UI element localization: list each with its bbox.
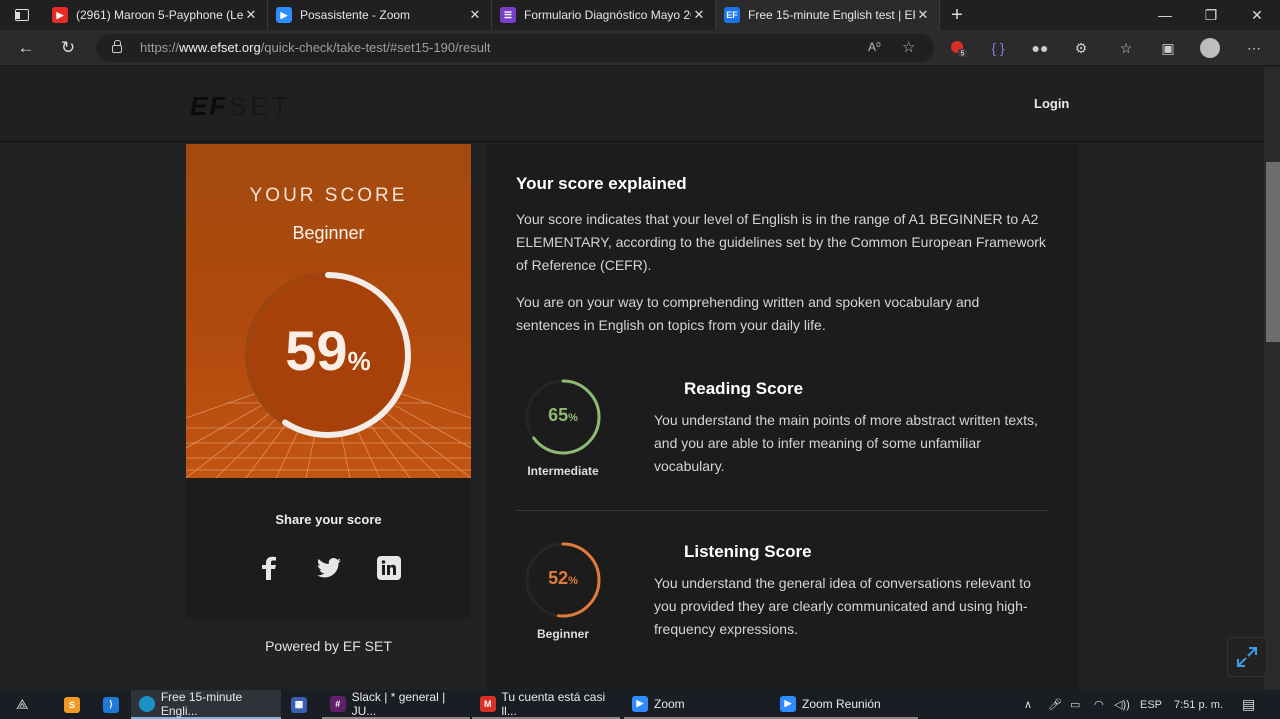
taskbar-item-edge[interactable]: Free 15-minute Engli...: [131, 690, 281, 719]
listening-description: You understand the general idea of conve…: [654, 575, 1031, 637]
lock-icon[interactable]: [112, 40, 122, 53]
scrollbar-thumb[interactable]: [1266, 162, 1280, 342]
linkedin-icon[interactable]: [376, 555, 402, 581]
reading-score-value: 65%: [548, 405, 578, 425]
clock[interactable]: 7:51 p. m.: [1174, 690, 1223, 719]
zoom-icon: ▶: [276, 7, 292, 23]
language-indicator[interactable]: ESP: [1140, 690, 1162, 719]
reading-level: Intermediate: [527, 464, 599, 478]
taskbar-label: Slack | * general | JU...: [351, 689, 446, 718]
explained-paragraph-2: You are on your way to comprehending wri…: [516, 294, 980, 333]
taskbar-item-zoom[interactable]: ▶ Zoom: [624, 690, 772, 719]
vscode-icon[interactable]: ⟩: [103, 690, 119, 719]
app-icon[interactable]: ▦: [291, 690, 307, 719]
taskbar-item-slack[interactable]: # Slack | * general | JU...: [322, 690, 470, 719]
score-value: 59%: [285, 319, 371, 382]
taskbar: ⟁ S ⟩ Free 15-minute Engli... ▦ # Slack …: [0, 690, 1280, 719]
spy-extension-icon[interactable]: ●●: [1030, 38, 1050, 58]
youtube-icon: ▶: [52, 7, 68, 23]
close-tab-icon[interactable]: ✕: [467, 7, 483, 23]
add-favorite-icon[interactable]: ☆: [902, 38, 915, 56]
score-level: Beginner: [292, 223, 365, 243]
close-tab-icon[interactable]: ✕: [915, 7, 931, 23]
reading-description: You understand the main points of more a…: [654, 412, 1038, 474]
taskbar-label: Zoom Reunión: [802, 696, 881, 711]
login-link[interactable]: Login: [1034, 96, 1069, 111]
close-tab-icon[interactable]: ✕: [691, 7, 707, 23]
browser-tab-zoom[interactable]: ▶ Posasistente - Zoom ✕: [268, 0, 492, 30]
score-explained-panel: Your score explained Your score indicate…: [486, 144, 1078, 689]
twitter-icon[interactable]: [316, 555, 342, 581]
section-divider: [516, 510, 1048, 511]
zoom-icon: ▶: [632, 695, 648, 712]
puzzle-icon[interactable]: ⚙: [1071, 38, 1091, 58]
back-icon[interactable]: ←: [16, 38, 36, 58]
favorites-icon[interactable]: ☆: [1116, 38, 1136, 58]
battery-icon[interactable]: ▭: [1070, 690, 1080, 719]
powered-by: Powered by EF SET: [265, 638, 392, 654]
browser-tab-youtube[interactable]: ▶ (2961) Maroon 5-Payphone (Letr ✕: [44, 0, 268, 30]
new-tab-button[interactable]: +: [940, 0, 974, 30]
site-header: EFSET Login: [0, 67, 1264, 142]
close-tab-icon[interactable]: ✕: [243, 7, 259, 23]
gmail-icon: M: [480, 695, 496, 712]
tab-strip: ▶ (2961) Maroon 5-Payphone (Letr ✕ ▶ Pos…: [0, 0, 1280, 30]
facebook-icon[interactable]: [256, 555, 282, 581]
start-icon[interactable]: ⟁: [16, 690, 29, 719]
collections-icon[interactable]: ▣: [1158, 38, 1178, 58]
browser-tab-forms[interactable]: ☰ Formulario Diagnóstico Mayo 20 ✕: [492, 0, 716, 30]
taskbar-label: Zoom: [654, 696, 685, 711]
slack-icon: #: [330, 695, 346, 712]
listening-level: Beginner: [536, 627, 589, 641]
sublime-icon[interactable]: S: [64, 690, 80, 719]
braces-extension-icon[interactable]: { }: [988, 38, 1008, 58]
taskbar-label: Tu cuenta está casi ll...: [501, 689, 606, 718]
share-box: Share your score: [186, 478, 471, 619]
minimize-icon[interactable]: —: [1142, 0, 1188, 30]
your-score-heading: YOUR SCORE: [249, 185, 408, 206]
url-text[interactable]: https://www.efset.org/quick-check/take-t…: [140, 40, 490, 55]
score-card: YOUR SCORE Beginner 59%: [186, 144, 471, 478]
url-field[interactable]: https://www.efset.org/quick-check/take-t…: [96, 34, 934, 62]
explained-paragraph-1: Your score indicates that your level of …: [516, 211, 1046, 273]
tab-title: Posasistente - Zoom: [300, 8, 411, 22]
tab-actions-button[interactable]: [0, 0, 44, 30]
address-bar: ← ↻ https://www.efset.org/quick-check/ta…: [0, 30, 1280, 66]
forms-icon: ☰: [500, 7, 516, 23]
zoom-icon: ▶: [780, 695, 796, 712]
taskbar-item-gmail[interactable]: M Tu cuenta está casi ll...: [472, 690, 620, 719]
read-aloud-icon[interactable]: A⁰: [868, 40, 881, 54]
page-scrollbar[interactable]: [1264, 67, 1280, 690]
taskbar-label: Free 15-minute Engli...: [160, 689, 243, 718]
window-controls: — ❐ ✕: [1142, 0, 1280, 30]
volume-icon[interactable]: ◁)): [1114, 690, 1130, 719]
profile-avatar[interactable]: [1200, 38, 1220, 58]
chevron-up-icon[interactable]: ∧: [1024, 690, 1032, 719]
results-page: YOUR SCORE Beginner 59% Share your score…: [0, 143, 1264, 689]
notifications-icon[interactable]: ▤: [1242, 690, 1255, 719]
reading-title: Reading Score: [684, 379, 804, 398]
efset-logo[interactable]: EFSET: [190, 91, 292, 122]
tab-actions-icon: [15, 9, 29, 21]
tab-title: (2961) Maroon 5-Payphone (Letr: [76, 8, 243, 22]
edge-icon: [139, 695, 155, 712]
taskbar-item-zoom-meeting[interactable]: ▶ Zoom Reunión: [772, 690, 918, 719]
browser-tab-efset[interactable]: EF Free 15-minute English test | EF ✕: [716, 0, 940, 30]
share-title: Share your score: [275, 512, 382, 527]
svg-text:5: 5: [961, 51, 965, 58]
explained-title: Your score explained: [516, 174, 687, 193]
wifi-icon[interactable]: ◠: [1094, 690, 1104, 719]
microphone-icon[interactable]: 🎤︎: [1048, 690, 1062, 719]
tab-title: Formulario Diagnóstico Mayo 20: [524, 8, 691, 22]
tab-title: Free 15-minute English test | EF: [748, 8, 915, 22]
close-window-icon[interactable]: ✕: [1234, 0, 1280, 30]
listening-score-value: 52%: [548, 568, 578, 588]
ef-icon: EF: [724, 7, 740, 23]
expand-icon[interactable]: [1227, 637, 1267, 677]
more-menu-icon[interactable]: ⋯: [1244, 38, 1264, 58]
listening-title: Listening Score: [684, 542, 812, 561]
extension-badge-icon[interactable]: 5: [948, 38, 968, 58]
restore-icon[interactable]: ❐: [1188, 0, 1234, 30]
refresh-icon[interactable]: ↻: [58, 38, 78, 58]
